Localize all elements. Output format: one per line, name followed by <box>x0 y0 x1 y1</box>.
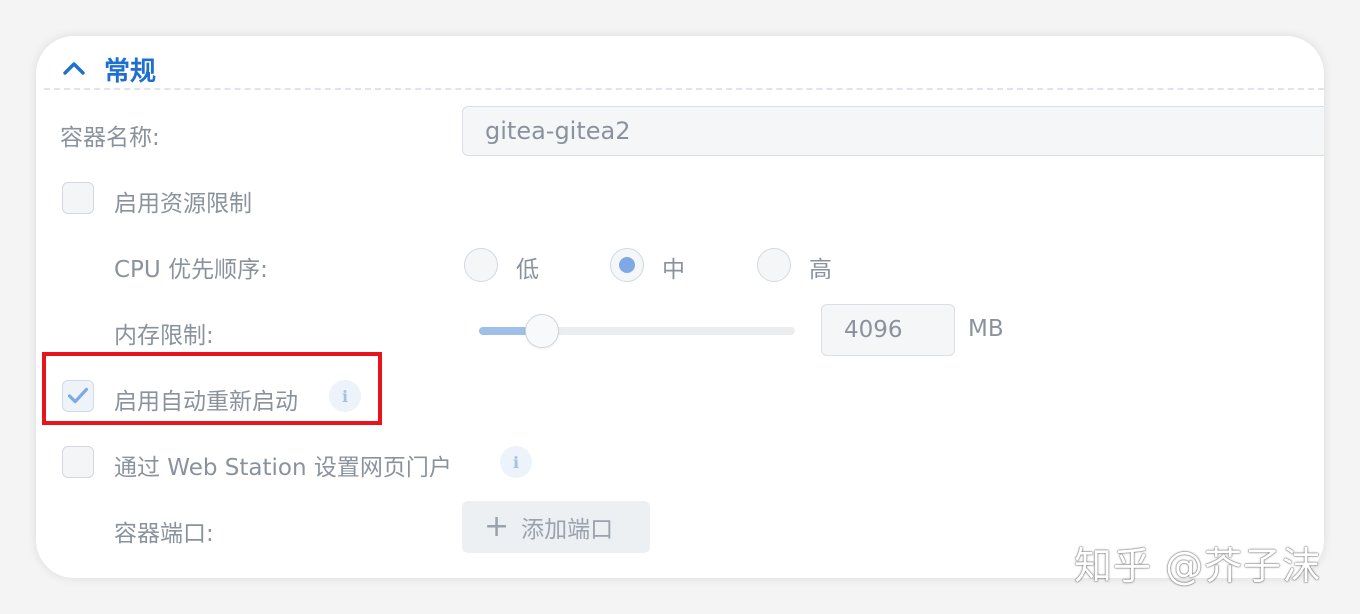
plus-icon: + <box>484 509 510 544</box>
add-port-label: 添加端口 <box>521 517 614 543</box>
cpu-priority-high-label[interactable]: 高 <box>809 250 832 284</box>
container-name-label: 容器名称: <box>60 125 160 151</box>
section-header-general[interactable]: 常规 <box>60 44 156 94</box>
section-divider <box>44 88 1324 90</box>
radio-selected-dot <box>619 257 635 273</box>
cpu-priority-medium-label[interactable]: 中 <box>662 250 685 284</box>
container-name-value: gitea-gitea2 <box>485 117 631 145</box>
auto-restart-checkbox[interactable] <box>62 380 94 412</box>
info-glyph: i <box>512 452 520 472</box>
web-station-info-icon[interactable]: i <box>500 446 532 478</box>
container-port-label: 容器端口: <box>114 521 214 547</box>
auto-restart-info-icon[interactable]: i <box>329 380 361 412</box>
web-station-checkbox[interactable] <box>62 446 94 478</box>
web-station-label: 通过 Web Station 设置网页门户 <box>114 455 452 481</box>
add-port-button[interactable]: + 添加端口 <box>462 501 650 553</box>
watermark-text: 知乎 @芥子沫 <box>1074 544 1322 588</box>
general-settings-panel: 常规 容器名称: gitea-gitea2 启用资源限制 CPU 优先顺序: 低… <box>36 36 1324 578</box>
checkmark-icon <box>67 387 89 404</box>
container-name-input[interactable]: gitea-gitea2 <box>462 106 1324 156</box>
memory-limit-input[interactable]: 4096 <box>821 304 955 356</box>
memory-limit-label: 内存限制: <box>114 323 214 349</box>
cpu-priority-medium-radio[interactable] <box>610 248 644 282</box>
info-glyph: i <box>341 386 349 406</box>
cpu-priority-label: CPU 优先顺序: <box>114 257 268 283</box>
resource-limit-label: 启用资源限制 <box>114 191 252 217</box>
cpu-priority-low-radio[interactable] <box>464 248 498 282</box>
cpu-priority-low-label[interactable]: 低 <box>516 250 539 284</box>
memory-unit: MB <box>968 316 1004 342</box>
chevron-up-icon <box>63 62 85 75</box>
cpu-priority-high-radio[interactable] <box>757 248 791 282</box>
section-title: 常规 <box>104 56 157 87</box>
memory-limit-value: 4096 <box>844 317 903 343</box>
auto-restart-label: 启用自动重新启动 <box>114 389 298 415</box>
memory-slider-handle[interactable] <box>525 314 559 348</box>
resource-limit-checkbox[interactable] <box>62 182 94 214</box>
